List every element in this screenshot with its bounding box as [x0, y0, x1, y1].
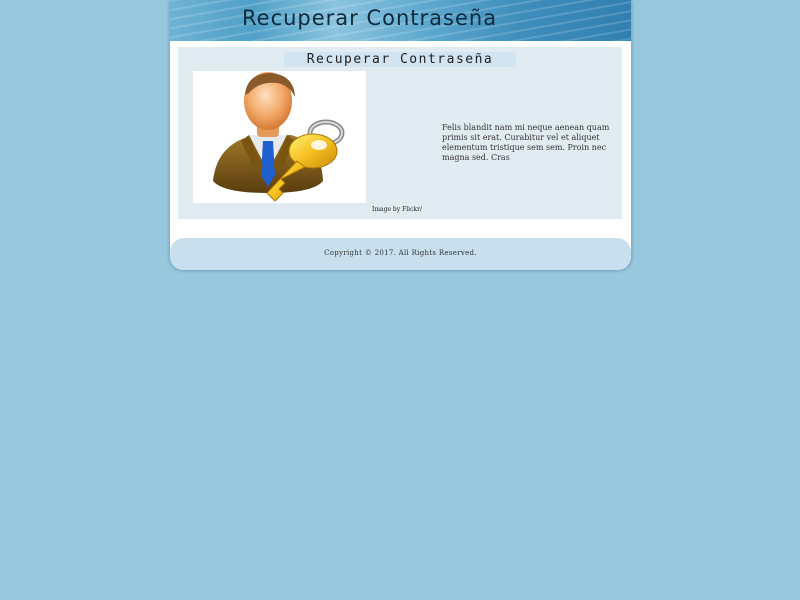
site-title: Recuperar Contraseña [242, 6, 498, 30]
header-banner: Recuperar Contraseña [170, 0, 631, 41]
footer: Copyright © 2017. All Rights Reserved. [170, 238, 631, 270]
user-with-key-icon [213, 72, 345, 202]
recover-password-panel: Recuperar Contraseña Image by Flickr/ Fe… [178, 47, 622, 219]
page-container: Recuperar Contraseña Recuperar Contraseñ… [169, 0, 632, 270]
body-text: Felis blandit nam mi neque aenean quam p… [442, 123, 610, 162]
user-with-key-image [193, 71, 366, 203]
copyright-text: Copyright © 2017. All Rights Reserved. [324, 249, 477, 257]
panel-heading: Recuperar Contraseña [284, 52, 516, 67]
image-caption: Image by Flickr/ [372, 206, 422, 213]
